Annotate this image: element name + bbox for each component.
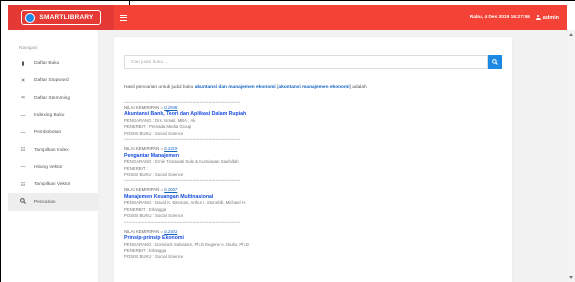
- result-item: NILAI KEMIRIPAN = 0.2319 Pengantar Manaj…: [124, 146, 502, 183]
- sidebar-item-tampilkan-index[interactable]: ☷ Tampilkan Index: [8, 141, 99, 158]
- brand-logo-link[interactable]: SMARTLIBRARY: [21, 10, 101, 25]
- results-intro: Hasil pencarian untuk judul buku akuntan…: [124, 85, 367, 90]
- scroll-up-arrow-icon[interactable]: [569, 33, 573, 36]
- sidebar-item-indexing-buku[interactable]: — Indexing Buku: [8, 107, 99, 124]
- list-icon: ☷: [20, 147, 26, 154]
- sidebar-item-label: Tampilkan Index: [34, 147, 69, 153]
- dash-icon: —: [20, 112, 26, 119]
- brand-area: SMARTLIBRARY: [8, 5, 114, 30]
- frame-left-border: [0, 0, 1, 282]
- search-input[interactable]: [124, 55, 488, 69]
- sidebar-item-label: Indexing Buku: [34, 113, 65, 119]
- result-item: NILAI KEMIRIPAN = 0.2007 Manajemen Keuan…: [124, 187, 502, 224]
- sidebar-item-daftar-buku[interactable]: ▮ Daftar Buku: [8, 55, 99, 72]
- results-list: ++++++++++++++++++++++++++++++++++++++++…: [124, 100, 502, 265]
- list-icon: ☷: [20, 181, 26, 188]
- book-title-link[interactable]: Akuntansi Bank, Teori dan Aplikasi Dalam…: [124, 111, 502, 118]
- book-title-link[interactable]: Prinsip-prinsip Ekonomi: [124, 235, 502, 242]
- search-card: Hasil pencarian untuk judul buku akuntan…: [114, 37, 512, 282]
- score-value: 0.2401: [164, 228, 178, 234]
- score-value: 0.2007: [164, 187, 178, 193]
- sidebar-item-daftar-stemming[interactable]: ≈ Daftar Stemming: [8, 90, 99, 107]
- book-title-link[interactable]: Manajemen Keuangan Multinasional: [124, 194, 502, 201]
- sidebar-heading: Navigasi: [19, 46, 38, 51]
- book-icon: ▮: [21, 60, 25, 67]
- sidebar-item-pencarian[interactable]: Pencarian: [8, 193, 99, 211]
- score-label: NILAI KEMIRIPAN =: [124, 146, 163, 152]
- sidebar: Navigasi ▮ Daftar Buku ✕ Daftar Stopword…: [8, 30, 99, 282]
- sidebar-item-label: Daftar Stemming: [34, 95, 70, 101]
- sidebar-nav: ▮ Daftar Buku ✕ Daftar Stopword ≈ Daftar…: [8, 55, 99, 211]
- score-label: NILAI KEMIRIPAN =: [124, 228, 163, 234]
- separator: ++++++++++++++++++++++++++++++++++++++++…: [124, 219, 241, 224]
- scroll-down-arrow-icon[interactable]: [569, 276, 573, 279]
- search-form: [124, 55, 502, 69]
- logo-icon: [25, 12, 36, 23]
- sidebar-item-label: Pembobotan: [34, 130, 62, 136]
- sidebar-item-tampilkan-vektor[interactable]: ☷ Tampilkan Vektor: [8, 176, 99, 193]
- result-item: NILAI KEMIRIPAN = 0.2401 Prinsip-prinsip…: [124, 229, 502, 261]
- score-value: 0.2319: [164, 146, 178, 152]
- page-scrollbar[interactable]: [567, 30, 575, 282]
- sidebar-item-label: Daftar Stopword: [34, 78, 69, 84]
- sidebar-item-hitung-vektor[interactable]: — Hitung Vektor: [8, 159, 99, 176]
- approx-icon: ≈: [20, 95, 26, 102]
- search-icon: [19, 198, 27, 206]
- processed-query: akuntansi manajemen ekonomi: [278, 85, 350, 90]
- score-value: 0.2948: [164, 105, 178, 110]
- dash-icon: —: [20, 129, 26, 136]
- dash-icon: —: [20, 164, 26, 171]
- separator: ++++++++++++++++++++++++++++++++++++++++…: [124, 137, 241, 142]
- sidebar-item-pembobotan[interactable]: — Pembobotan: [8, 124, 99, 141]
- sidebar-item-label: Tampilkan Vektor: [34, 182, 71, 188]
- main-content: Hasil pencarian untuk judul buku akuntan…: [99, 30, 567, 282]
- result-item: NILAI KEMIRIPAN = 0.2948 Akuntansi Bank,…: [124, 105, 502, 142]
- sidebar-item-label: Hitung Vektor: [34, 164, 63, 170]
- score-label: NILAI KEMIRIPAN =: [124, 105, 163, 110]
- separator: ++++++++++++++++++++++++++++++++++++++++…: [124, 178, 241, 183]
- search-button[interactable]: [488, 55, 502, 69]
- user-name: admin: [542, 14, 559, 21]
- frame-top-border: [0, 0, 575, 1]
- book-position: POSISI BUKU : Social Science: [124, 254, 184, 260]
- top-navbar: SMARTLIBRARY Rabu, 4 Des 2019 16:27:58 a…: [8, 5, 567, 30]
- sidebar-item-label: Pencarian: [34, 199, 56, 205]
- intro-prefix: Hasil pencarian untuk judul buku: [124, 85, 194, 90]
- close-icon: ✕: [20, 77, 26, 84]
- search-icon: [492, 59, 498, 65]
- datetime-display: Rabu, 4 Des 2019 16:27:58: [469, 15, 530, 20]
- intro-suffix: adalah: [352, 85, 367, 90]
- sidebar-item-daftar-stopword[interactable]: ✕ Daftar Stopword: [8, 72, 99, 89]
- book-title-link[interactable]: Pengantar Manajemen: [124, 153, 502, 160]
- search-query: akuntansi dan manajemen ekonomi: [194, 85, 276, 90]
- brand-name: SMARTLIBRARY: [39, 14, 94, 21]
- user-icon: [535, 15, 541, 20]
- header-right: Rabu, 4 Des 2019 16:27:58 admin: [470, 5, 559, 30]
- sidebar-item-label: Daftar Buku: [34, 61, 60, 67]
- hamburger-menu-icon[interactable]: [120, 12, 127, 23]
- score-label: NILAI KEMIRIPAN =: [124, 187, 163, 193]
- user-menu[interactable]: admin: [535, 14, 559, 21]
